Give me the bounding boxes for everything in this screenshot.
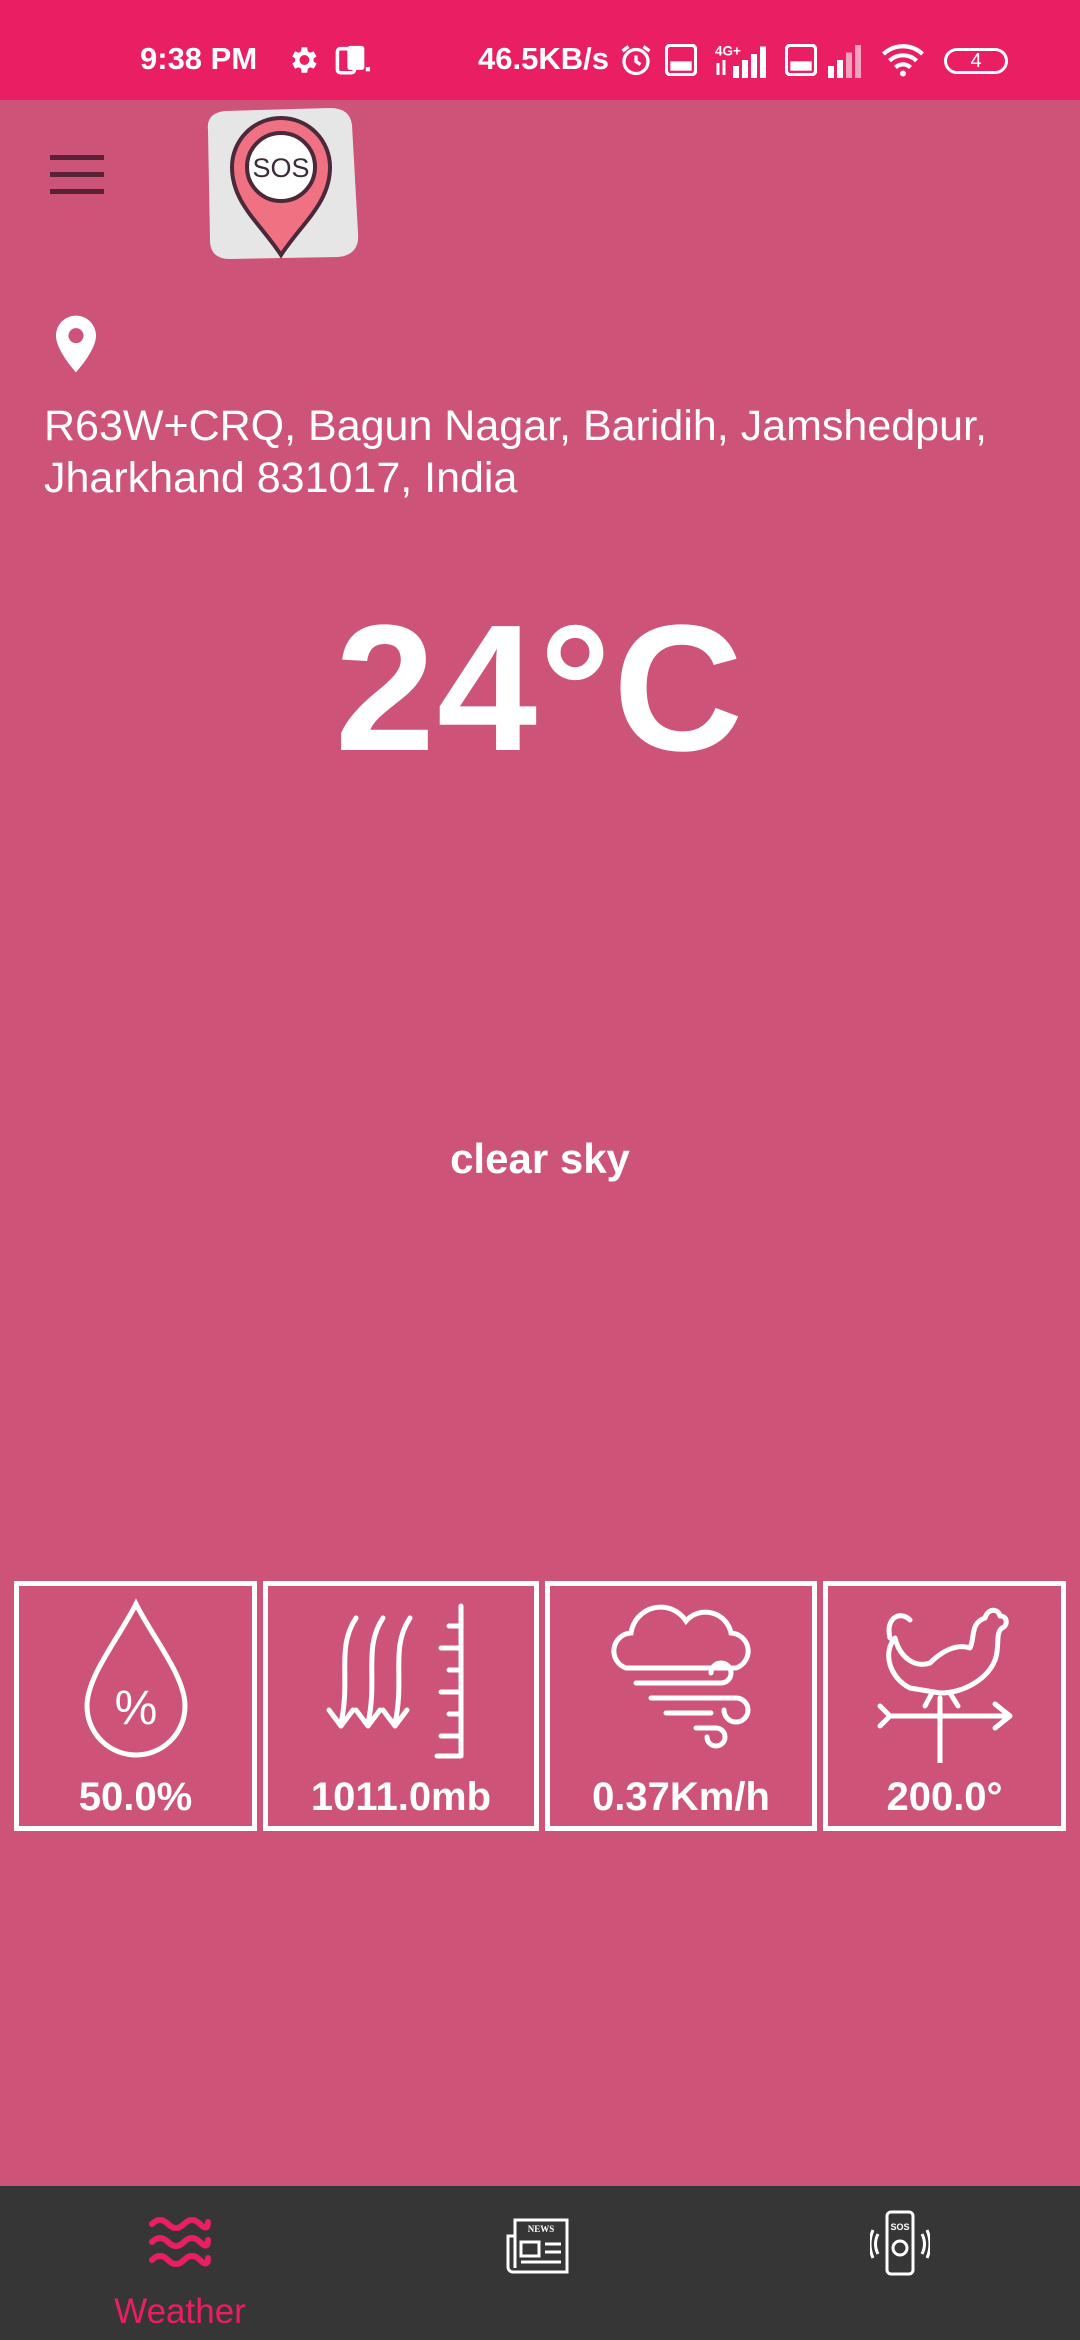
logo-text: SOS [252,153,309,183]
wind-speed-value: 0.37Km/h [592,1775,770,1819]
wind-direction-card: 200.0° [823,1581,1066,1831]
pressure-value: 1011.0mb [310,1775,492,1819]
pressure-card: 1011.0mb [263,1581,539,1831]
location-pin-icon [56,315,96,373]
nav-tab-sos-phone-icon[interactable]: SOS [870,2208,930,2280]
network-speed: 46.5KB/s [478,41,609,76]
bottom-navigation: Weather NEWS SOS [0,2186,1080,2340]
signal-icon [828,45,861,78]
weathervane-rooster-icon [877,1607,1012,1763]
volte-icon [785,44,817,76]
nav-tab-news-icon[interactable]: NEWS [505,2216,575,2276]
svg-text:4G+: 4G+ [715,44,741,59]
nav-tab-weather[interactable]: Weather [100,2186,260,2340]
nav-weather-label: Weather [114,2292,246,2331]
battery-indicator: 4 [944,48,1008,74]
weather-condition: clear sky [450,1135,630,1182]
wifi-icon [882,44,924,77]
wind-direction-value: 200.0° [886,1775,1003,1819]
alarm-icon [621,45,651,76]
settings-gear-icon [292,47,317,73]
temperature: 24°C [334,588,746,789]
menu-icon[interactable] [50,155,104,195]
signal-icon: 4G+ [715,44,766,78]
phone-sync-icon [335,45,370,75]
waves-icon [149,2217,211,2267]
status-bar: 9:38 PM 46.5KB/s 4G+ 4 [0,0,1080,100]
svg-text:NEWS: NEWS [528,2224,555,2234]
humidity-value: 50.0% [78,1775,193,1819]
sos-logo: SOS [207,108,359,259]
humidity-card: % 50.0% [14,1581,257,1831]
volte-icon [665,44,697,76]
wind-cloud-icon [611,1604,751,1749]
location-address: R63W+CRQ, Bagun Nagar, Baridih, Jamshedp… [44,402,987,502]
pressure-gauge-icon [326,1603,464,1759]
svg-text:SOS: SOS [890,2222,909,2232]
wind-speed-card: 0.37Km/h [545,1581,817,1831]
status-time: 9:38 PM [140,41,258,76]
humidity-drop-icon: % [83,1598,188,1758]
svg-text:%: % [114,1682,157,1735]
